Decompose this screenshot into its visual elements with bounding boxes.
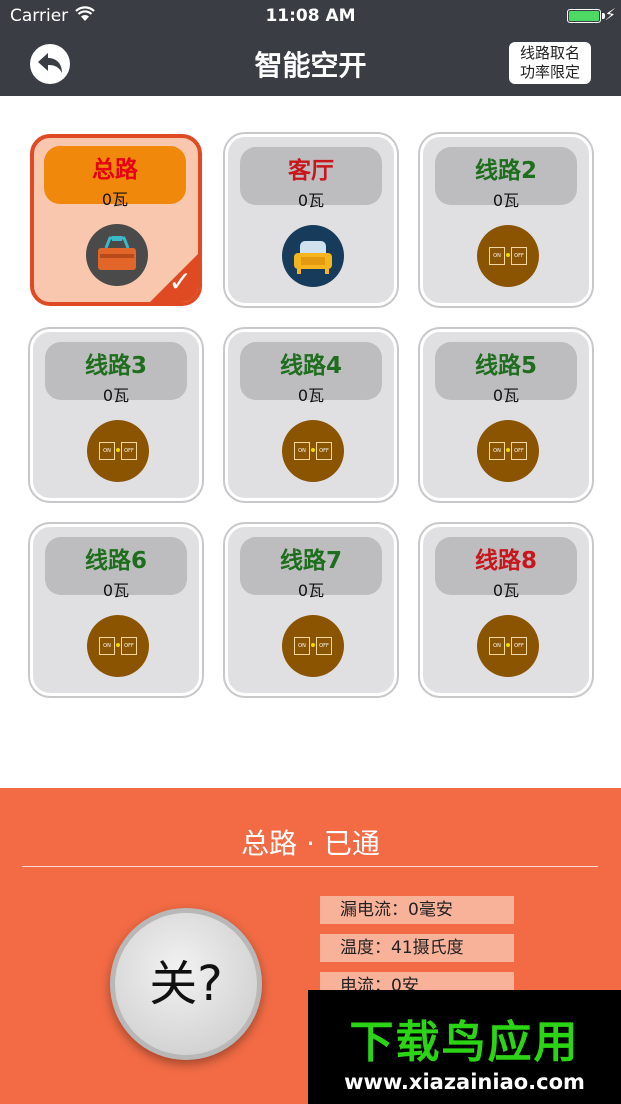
- switch-off-box: OFF: [316, 442, 332, 460]
- limit-label: 功率限定: [519, 63, 580, 81]
- switch-led: [506, 643, 510, 647]
- circuit-name: 线路8: [474, 548, 537, 574]
- clock: 11:08 AM: [265, 6, 356, 26]
- switch-icon: ON OFF: [87, 420, 149, 482]
- charging-icon: ⚡: [604, 5, 616, 24]
- watermark-url: www.xiazainiao.com: [344, 1070, 585, 1094]
- switch-off-box: OFF: [316, 637, 332, 655]
- circuit-tile[interactable]: 线路7 0瓦 ON OFF: [225, 524, 397, 696]
- header: Carrier 11:08 AM ⚡ 智能空开 线路取名 功率限定: [0, 0, 621, 96]
- circuit-label-box: 线路7 0瓦: [240, 537, 382, 600]
- circuit-tile[interactable]: 线路5 0瓦 ON OFF: [420, 329, 592, 501]
- circuit-power: 0瓦: [297, 191, 325, 210]
- circuit-label-box: 总路 0瓦: [44, 146, 186, 209]
- switch-on-box: ON: [99, 442, 115, 460]
- circuit-tile[interactable]: 线路6 0瓦 ON OFF: [30, 524, 202, 696]
- leakage-current-readout: 漏电流：0毫安: [320, 896, 514, 924]
- watermark-logo-text: 下载鸟应用: [349, 1017, 580, 1068]
- switch-icon: ON OFF: [282, 615, 344, 677]
- circuit-power: 0瓦: [102, 581, 130, 600]
- rename-limit-button[interactable]: 线路取名 功率限定: [509, 42, 591, 84]
- circuit-label-box: 线路2 0瓦: [435, 147, 577, 210]
- switch-off-box: OFF: [121, 442, 137, 460]
- sofa-icon: [282, 225, 344, 287]
- circuit-tile[interactable]: 线路8 0瓦 ON OFF: [420, 524, 592, 696]
- status-bar: Carrier 11:08 AM ⚡: [0, 0, 621, 32]
- switch-off-box: OFF: [511, 247, 527, 265]
- circuit-label-box: 线路3 0瓦: [45, 342, 187, 405]
- switch-off-box: OFF: [511, 637, 527, 655]
- switch-icon: ON OFF: [477, 225, 539, 287]
- circuit-name: 线路7: [279, 548, 342, 574]
- switch-led: [116, 643, 120, 647]
- circuit-power: 0瓦: [492, 191, 520, 210]
- circuit-tile[interactable]: 客厅 0瓦: [225, 134, 397, 306]
- switch-on-box: ON: [294, 637, 310, 655]
- back-button[interactable]: [30, 44, 70, 84]
- switch-off-box: OFF: [511, 442, 527, 460]
- switch-on-box: ON: [99, 637, 115, 655]
- circuit-name: 客厅: [288, 158, 334, 184]
- switch-on-box: ON: [489, 442, 505, 460]
- switch-on-box: ON: [294, 442, 310, 460]
- circuit-power: 0瓦: [101, 190, 129, 209]
- circuit-tile[interactable]: 线路2 0瓦 ON OFF: [420, 134, 592, 306]
- panel-divider: [22, 866, 598, 867]
- back-arrow-icon: [38, 53, 62, 73]
- circuit-name: 总路: [92, 157, 138, 183]
- rename-label: 线路取名: [519, 44, 580, 62]
- switch-led: [311, 448, 315, 452]
- circuit-tile[interactable]: 总路 0瓦 ✓: [30, 134, 202, 306]
- switch-icon: ON OFF: [477, 615, 539, 677]
- circuit-tile[interactable]: 线路3 0瓦 ON OFF: [30, 329, 202, 501]
- circuit-name: 线路3: [84, 353, 147, 379]
- circuit-power: 0瓦: [492, 581, 520, 600]
- switch-icon: ON OFF: [477, 420, 539, 482]
- switch-icon: ON OFF: [87, 615, 149, 677]
- circuit-label-box: 线路8 0瓦: [435, 537, 577, 600]
- switch-led: [506, 253, 510, 257]
- circuit-name: 线路4: [279, 353, 342, 379]
- circuit-power: 0瓦: [492, 386, 520, 405]
- circuit-tile[interactable]: 线路4 0瓦 ON OFF: [225, 329, 397, 501]
- power-toggle-button[interactable]: 关?: [110, 908, 262, 1060]
- switch-led: [506, 448, 510, 452]
- switch-on-box: ON: [489, 247, 505, 265]
- panel-title: 总路 · 已通: [241, 827, 380, 860]
- circuit-name: 线路2: [474, 158, 537, 184]
- switch-led: [311, 643, 315, 647]
- circuit-power: 0瓦: [297, 386, 325, 405]
- circuit-label-box: 线路5 0瓦: [435, 342, 577, 405]
- toolbox-icon: [86, 224, 148, 286]
- circuit-label-box: 线路6 0瓦: [45, 537, 187, 600]
- circuit-power: 0瓦: [297, 581, 325, 600]
- circuit-name: 线路6: [84, 548, 147, 574]
- circuit-name: 线路5: [474, 353, 537, 379]
- switch-off-box: OFF: [121, 637, 137, 655]
- switch-on-box: ON: [489, 637, 505, 655]
- checkmark-icon: ✓: [168, 265, 192, 298]
- circuit-power: 0瓦: [102, 386, 130, 405]
- temperature-readout: 温度：41摄氏度: [320, 934, 514, 962]
- switch-led: [116, 448, 120, 452]
- battery-icon: [567, 9, 601, 23]
- circuit-label-box: 线路4 0瓦: [240, 342, 382, 405]
- circuit-label-box: 客厅 0瓦: [240, 147, 382, 210]
- switch-icon: ON OFF: [282, 420, 344, 482]
- watermark: 下载鸟应用 www.xiazainiao.com: [308, 990, 621, 1104]
